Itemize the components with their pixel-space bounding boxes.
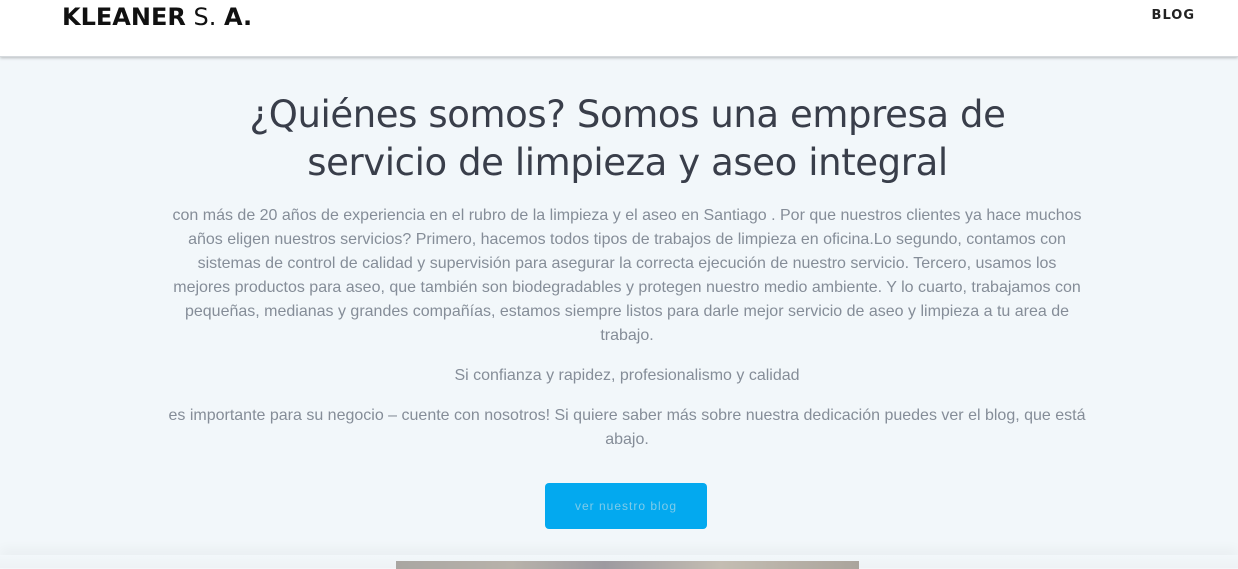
site-header: KLEANER S. A. BLOG <box>0 0 1238 57</box>
view-blog-button[interactable]: ver nuestro blog <box>545 483 707 529</box>
logo-part-1: KLEANER <box>62 3 186 31</box>
tagline-paragraph: Si confianza y rapidez, profesionalismo … <box>454 367 800 384</box>
site-logo[interactable]: KLEANER S. A. <box>62 2 252 32</box>
page-title: ¿Quiénes somos? Somos una empresa de ser… <box>249 93 1006 184</box>
closing-paragraph: es importante para su negocio – cuente c… <box>168 407 1086 448</box>
nav-link-blog[interactable]: BLOG <box>1152 8 1195 23</box>
intro-paragraph: con más de 20 años de experiencia en el … <box>172 207 1082 344</box>
logo-part-3: A. <box>223 3 253 31</box>
logo-part-2: S. <box>193 3 217 31</box>
hero-section: ¿Quiénes somos? Somos una empresa de ser… <box>0 57 1238 569</box>
